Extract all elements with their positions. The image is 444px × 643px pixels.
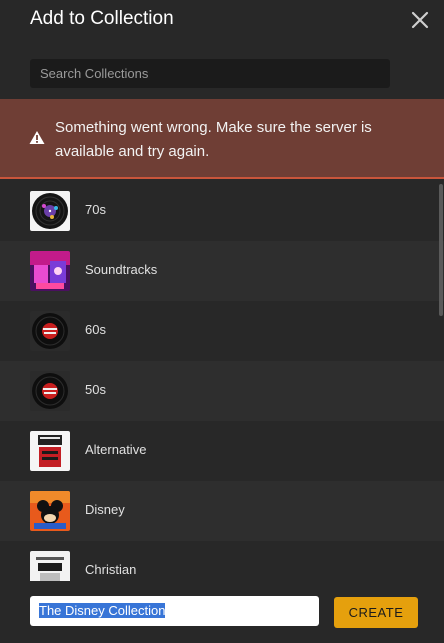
collection-item[interactable]: Soundtracks — [0, 241, 444, 301]
vinyl-record-thumb — [30, 311, 70, 351]
collection-label: Alternative — [85, 442, 147, 457]
collection-label: 70s — [85, 202, 106, 217]
selected-text: The Disney Collection — [39, 603, 166, 618]
collection-item[interactable]: 70s — [0, 181, 444, 241]
collection-item[interactable]: 60s — [0, 301, 444, 361]
collection-item[interactable]: Disney — [0, 481, 444, 541]
warning-icon — [29, 130, 45, 150]
error-message: Something went wrong. Make sure the serv… — [55, 119, 372, 160]
alternative-art-thumb — [30, 431, 70, 471]
collection-label: 60s — [85, 322, 106, 337]
collection-list[interactable]: 70s Soundtracks 60s 50s Alternative Disn… — [0, 181, 444, 581]
create-button[interactable]: CREATE — [334, 597, 418, 628]
collection-label: 50s — [85, 382, 106, 397]
dialog-title: Add to Collection — [30, 8, 174, 29]
collection-label: Christian — [85, 562, 137, 577]
collection-item[interactable]: Christian — [0, 541, 444, 581]
disney-art-thumb — [30, 491, 70, 531]
collection-item[interactable]: 50s — [0, 361, 444, 421]
collection-item[interactable]: Alternative — [0, 421, 444, 481]
dialog-header: Add to Collection — [0, 0, 444, 40]
close-icon[interactable] — [409, 9, 431, 31]
vinyl-record-thumb — [30, 191, 70, 231]
neon-poster-thumb — [30, 251, 70, 291]
collection-label: Disney — [85, 502, 125, 517]
vinyl-record-thumb — [30, 371, 70, 411]
search-input[interactable] — [30, 59, 390, 88]
collection-name-input[interactable]: The Disney Collection — [30, 596, 319, 626]
rock-art-thumb — [30, 551, 70, 581]
list-scrollbar[interactable] — [439, 184, 443, 316]
collection-label: Soundtracks — [85, 262, 158, 277]
